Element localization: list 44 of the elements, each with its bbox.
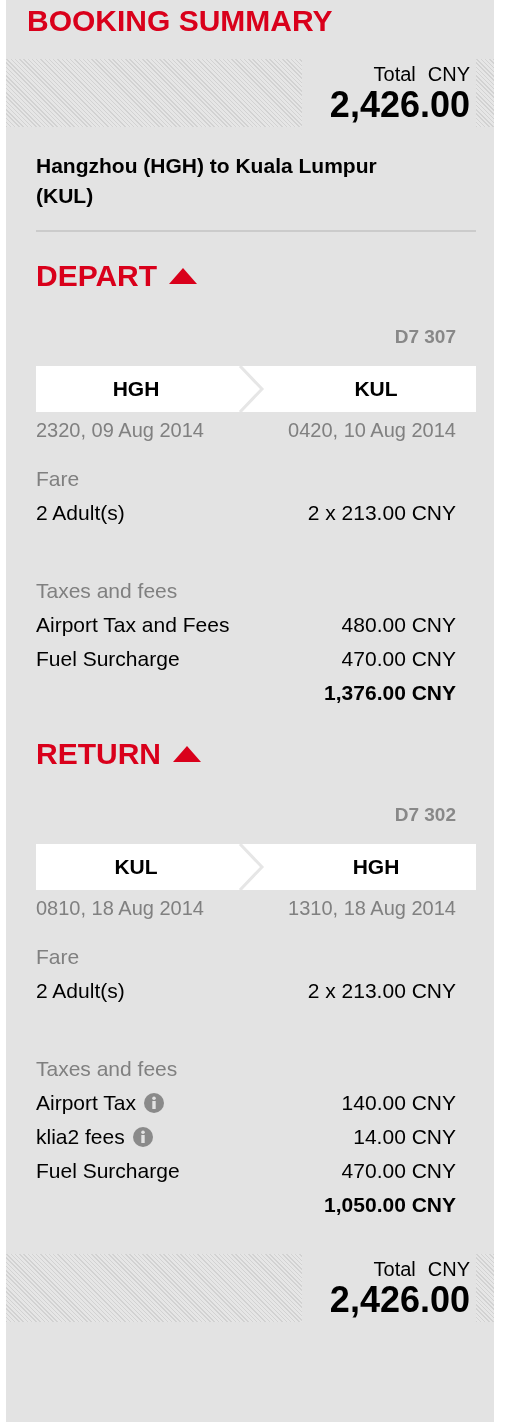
fee-label: Airport Tax xyxy=(36,1090,136,1116)
fee-label: Fuel Surcharge xyxy=(36,1158,180,1184)
info-icon[interactable] xyxy=(144,1093,164,1113)
info-icon[interactable] xyxy=(132,1127,153,1147)
total-amount: 2,426.00 xyxy=(329,1281,470,1319)
taxes-heading: Taxes and fees xyxy=(36,1057,178,1080)
fee-amount: 14.00 CNY xyxy=(353,1124,456,1150)
fare-heading: Fare xyxy=(36,467,80,490)
page-title: BOOKING SUMMARY xyxy=(27,3,333,39)
hatched-band xyxy=(476,1254,494,1322)
fee-amount: 2 x 213.00 CNY xyxy=(307,978,456,1004)
fee-label: 2 Adult(s) xyxy=(36,978,125,1004)
departure-time: 2320, 09 Aug 2014 xyxy=(36,419,204,442)
fare-heading: Fare xyxy=(36,945,80,968)
subtotal: 1,050.00 CNY xyxy=(324,1192,456,1218)
fee-label: Airport Tax and Fees xyxy=(36,612,230,638)
triangle-up-icon xyxy=(173,746,201,762)
fee-amount: 470.00 CNY xyxy=(341,646,456,672)
fee-label: Fuel Surcharge xyxy=(36,646,180,672)
taxes-heading: Taxes and fees xyxy=(36,579,178,602)
total-currency: CNY xyxy=(427,1257,470,1281)
departure-time: 0810, 18 Aug 2014 xyxy=(36,897,204,920)
route-bar: HGH KUL xyxy=(36,366,476,412)
flight-number: D7 307 xyxy=(394,326,456,348)
fee-label: 2 Adult(s) xyxy=(36,500,125,526)
total-label: Total xyxy=(373,62,416,86)
arrival-time: 1310, 18 Aug 2014 xyxy=(288,897,456,920)
fee-amount: 140.00 CNY xyxy=(341,1090,456,1116)
arrival-time: 0420, 10 Aug 2014 xyxy=(288,419,456,442)
flight-number: D7 302 xyxy=(394,804,456,826)
fee-label: klia2 fees xyxy=(36,1124,125,1150)
total-currency: CNY xyxy=(427,62,470,86)
hatched-band xyxy=(476,59,494,127)
section-toggle[interactable]: RETURN xyxy=(36,734,201,774)
route-title: Hangzhou (HGH) to Kuala Lumpur (KUL) xyxy=(36,153,378,209)
route-bar: KUL HGH xyxy=(36,844,476,890)
fee-amount: 480.00 CNY xyxy=(341,612,456,638)
fee-amount: 470.00 CNY xyxy=(341,1158,456,1184)
total-label: Total xyxy=(373,1257,416,1281)
fee-amount: 2 x 213.00 CNY xyxy=(307,500,456,526)
total-amount: 2,426.00 xyxy=(329,86,470,124)
subtotal: 1,376.00 CNY xyxy=(324,680,456,706)
triangle-up-icon xyxy=(169,268,198,284)
section-toggle[interactable]: DEPART xyxy=(36,256,198,296)
